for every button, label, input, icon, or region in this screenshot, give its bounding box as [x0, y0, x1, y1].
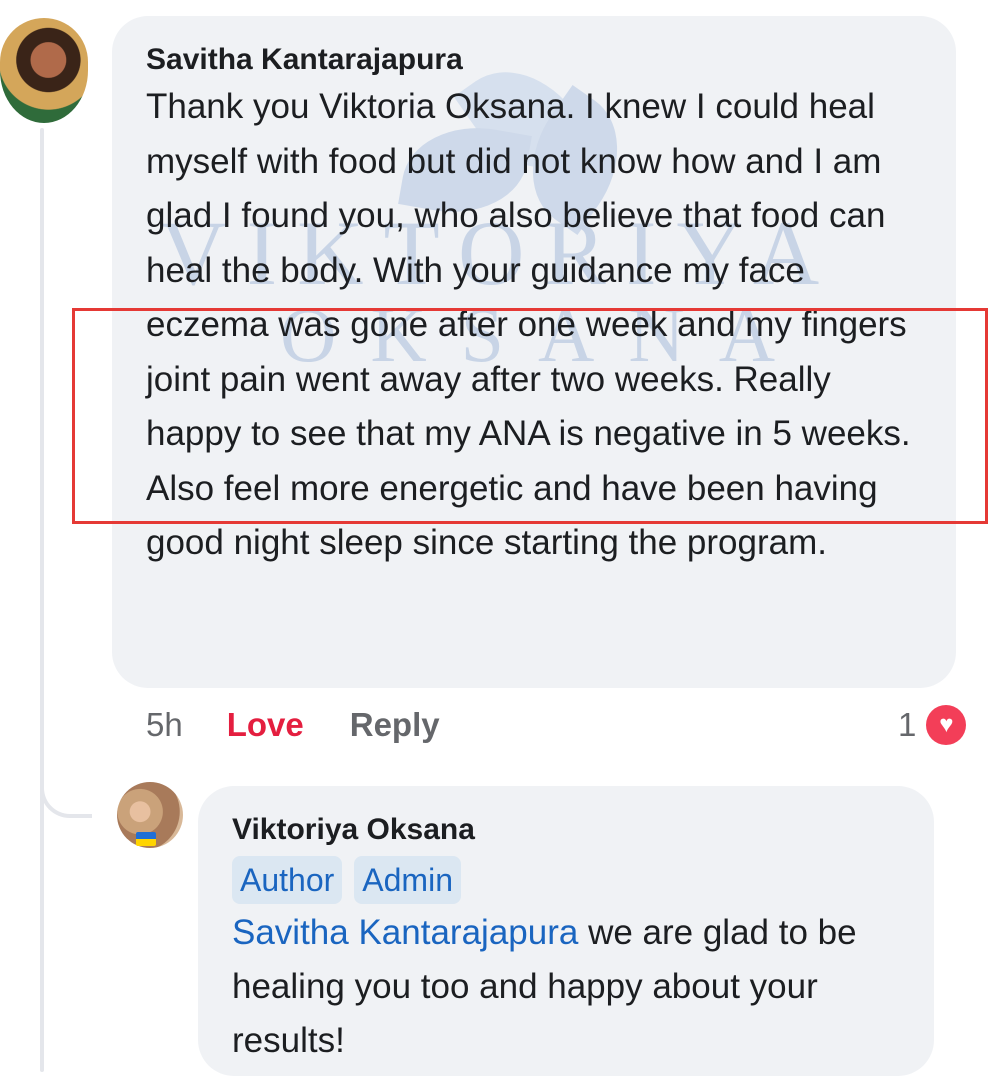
admin-badge: Admin: [354, 856, 461, 904]
comment-actions: 5h Love Reply: [146, 700, 440, 750]
reply-bubble: Viktoriya Oksana Author Admin Savitha Ka…: [198, 786, 934, 1076]
comment-author-name[interactable]: Savitha Kantarajapura: [146, 42, 924, 78]
highlight-box: [72, 308, 988, 524]
reply-author-name[interactable]: Viktoriya Oksana: [232, 812, 902, 848]
reply-button[interactable]: Reply: [350, 706, 440, 744]
love-button[interactable]: Love: [227, 706, 304, 744]
thread-line: [40, 128, 44, 1072]
reaction-count: 1: [898, 706, 917, 743]
comment-timestamp[interactable]: 5h: [146, 706, 183, 744]
reply-text: Savitha Kantarajapura we are glad to be …: [232, 906, 902, 1068]
thread-connector: [40, 700, 92, 818]
heart-icon: ♥: [926, 705, 967, 745]
reaction-summary[interactable]: 1 ♥: [898, 700, 967, 750]
avatar[interactable]: [0, 18, 88, 123]
ukraine-flag-icon: [136, 832, 156, 846]
author-badge: Author: [232, 856, 343, 904]
author-badges: Author Admin: [232, 856, 902, 904]
mention-link[interactable]: Savitha Kantarajapura: [232, 913, 578, 952]
